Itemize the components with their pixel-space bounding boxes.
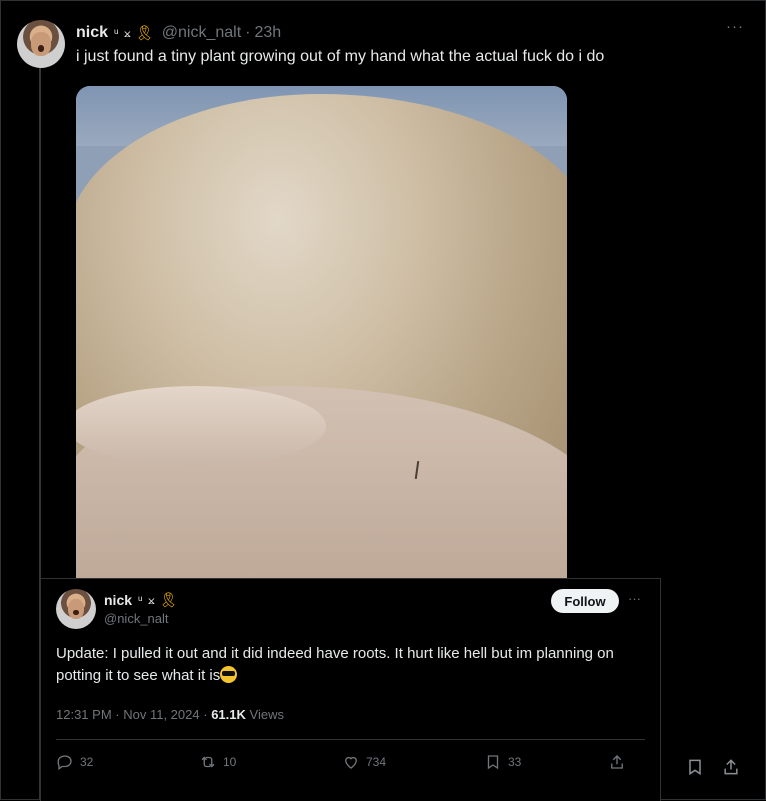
follow-button[interactable]: Follow (551, 589, 619, 613)
quote-author-name[interactable]: nick (104, 592, 132, 608)
bookmark-button[interactable]: 33 (484, 753, 521, 771)
tweet-text: i just found a tiny plant growing out of… (76, 48, 605, 65)
ribbon-icon: 🎗 (158, 592, 178, 609)
quote-time[interactable]: 12:31 PM (56, 707, 112, 722)
dot-separator: · (245, 24, 251, 41)
author-name[interactable]: nick (76, 24, 108, 42)
avatar[interactable] (17, 20, 65, 68)
share-icon (724, 759, 738, 775)
quote-name-row: nick ᵘ ⨲ 🎗 (104, 591, 178, 609)
quote-text-body: Update: I pulled it out and it did indee… (56, 645, 614, 684)
quote-avatar[interactable] (56, 589, 96, 629)
reply-count: 32 (80, 755, 94, 769)
repost-count: 10 (223, 755, 237, 769)
reply-icon (57, 755, 72, 771)
quote-meta: 12:31 PM · Nov 11, 2024 · 61.1K Views (56, 707, 284, 722)
name-emoji-icons: ᵘ ⨲ (114, 25, 132, 40)
bookmark-icon (487, 755, 499, 770)
sunglasses-emoji-icon (220, 666, 238, 683)
quote-text: Update: I pulled it out and it did indee… (56, 643, 646, 687)
repost-icon (201, 756, 215, 768)
ribbon-icon: 🎗 (134, 25, 154, 42)
repost-button[interactable]: 10 (199, 753, 236, 771)
outer-bookmark-button[interactable] (685, 757, 705, 781)
quote-date[interactable]: Nov 11, 2024 (123, 707, 199, 722)
tweet-header: nick ᵘ ⨲ 🎗 @nick_nalt · 23h (76, 22, 281, 44)
author-handle[interactable]: @nick_nalt (162, 24, 241, 42)
reply-button[interactable]: 32 (56, 753, 93, 771)
divider (56, 739, 645, 740)
quoted-tweet[interactable]: nick ᵘ ⨲ 🎗 @nick_nalt Follow ··· Update:… (40, 578, 661, 801)
outer-share-button[interactable] (721, 757, 741, 781)
views-label: Views (249, 707, 284, 722)
heart-icon (345, 756, 357, 769)
bookmark-count: 33 (508, 755, 522, 769)
avatar-mouth (37, 44, 45, 52)
tweet-age[interactable]: 23h (254, 24, 281, 42)
dot-separator: · (203, 707, 212, 722)
name-emoji-icons: ᵘ ⨲ (138, 592, 156, 607)
action-bar: 32 10 734 33 (56, 753, 646, 777)
share-icon (611, 755, 623, 769)
share-button[interactable] (608, 753, 626, 771)
like-button[interactable]: 734 (342, 753, 386, 771)
more-options-icon[interactable]: ··· (726, 18, 744, 35)
quote-more-options-icon[interactable]: ··· (628, 591, 641, 606)
photo-finger (76, 386, 326, 466)
quote-author-handle[interactable]: @nick_nalt (104, 611, 169, 626)
bookmark-icon (689, 759, 701, 776)
like-count: 734 (366, 755, 387, 769)
views-count: 61.1K (211, 707, 246, 722)
tweet-photo[interactable] (76, 86, 567, 578)
